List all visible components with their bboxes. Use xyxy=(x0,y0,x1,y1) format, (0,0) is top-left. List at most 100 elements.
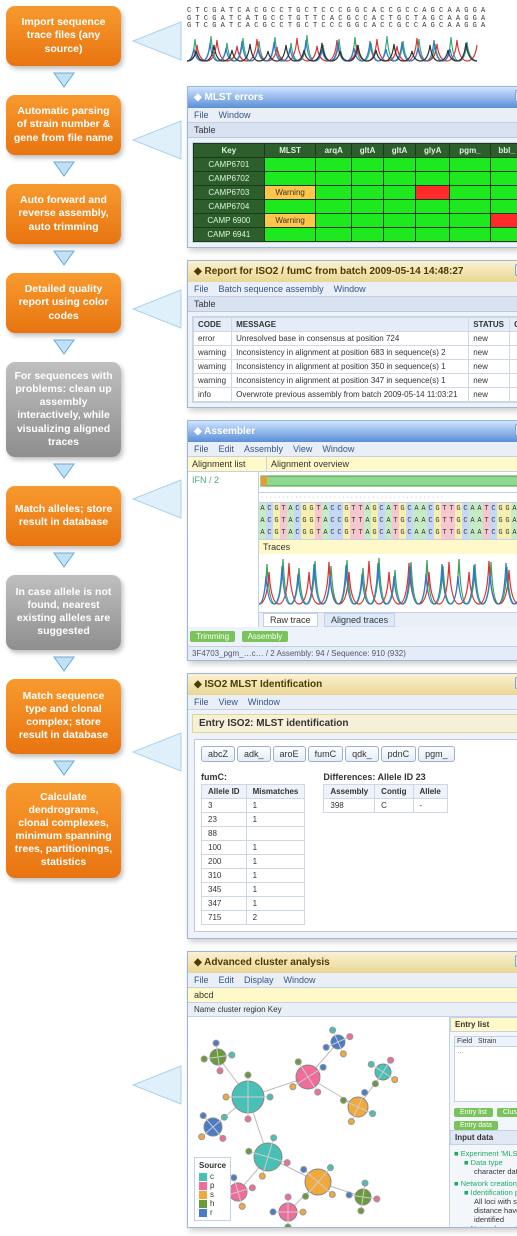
grid-cell[interactable] xyxy=(316,228,352,242)
mst-node-small[interactable] xyxy=(372,1081,378,1087)
cell[interactable]: 347 xyxy=(202,897,247,911)
grid-cell[interactable] xyxy=(384,200,416,214)
window-buttons[interactable] xyxy=(513,677,517,692)
mst-node-small[interactable] xyxy=(290,1084,296,1090)
mst-node-small[interactable] xyxy=(221,1114,227,1120)
cell[interactable]: new xyxy=(469,360,510,374)
menu-item[interactable]: File xyxy=(194,284,209,294)
tab-alignment-overview[interactable]: Alignment overview xyxy=(267,457,517,471)
cell[interactable]: warning xyxy=(194,374,232,388)
cell[interactable]: warning xyxy=(194,346,232,360)
tab-aligned-traces[interactable]: Aligned traces xyxy=(324,613,395,627)
cell[interactable]: Inconsistency in alignment at position 6… xyxy=(232,346,469,360)
cell[interactable]: 1 xyxy=(246,813,305,827)
mst-node-small[interactable] xyxy=(320,1064,326,1070)
cell[interactable]: 200 xyxy=(202,855,247,869)
ident-right-table[interactable]: AssemblyContigAllele398C- xyxy=(323,784,447,813)
cell[interactable]: info xyxy=(194,388,232,402)
tab-cluster[interactable]: abcd xyxy=(194,990,214,1000)
cell[interactable]: 1 xyxy=(246,883,305,897)
menu-item[interactable]: Window xyxy=(284,975,316,985)
menu-item[interactable]: Window xyxy=(334,284,366,294)
cell[interactable]: 1 xyxy=(246,841,305,855)
mst-node-small[interactable] xyxy=(245,1116,251,1122)
menu-item[interactable]: File xyxy=(194,110,209,120)
mst-node-small[interactable] xyxy=(303,1193,309,1199)
ident-left-table[interactable]: Allele IDMismatches312318810012001310134… xyxy=(201,784,305,925)
cell[interactable]: 3 xyxy=(202,799,247,813)
col-header[interactable]: gltA xyxy=(384,144,416,158)
menu-item[interactable]: Edit xyxy=(219,444,235,454)
menubar[interactable]: File Batch sequence assembly Window xyxy=(188,282,517,297)
grid-cell[interactable] xyxy=(352,214,384,228)
locus-button[interactable]: pdnC xyxy=(381,746,417,762)
menu-item[interactable]: Batch sequence assembly xyxy=(219,284,324,294)
col-header[interactable]: gltA xyxy=(352,144,384,158)
mst-node-small[interactable] xyxy=(231,1175,237,1181)
menubar[interactable]: FileEditDisplayWindow xyxy=(188,973,517,988)
cell[interactable]: new xyxy=(469,374,510,388)
mst-node-small[interactable] xyxy=(200,1113,206,1119)
mst-node-small[interactable] xyxy=(347,1034,353,1040)
alignment-rows[interactable]: ACGTACGGTACCGTTAGCATGCAACGTTGCAATCGGATCC… xyxy=(259,503,517,539)
grid-cell[interactable] xyxy=(264,200,316,214)
locus-button[interactable]: adk_ xyxy=(237,746,271,762)
locus-button[interactable]: pgm_ xyxy=(418,746,455,762)
locus-button[interactable]: aroE xyxy=(273,746,306,762)
mst-node-small[interactable] xyxy=(271,1135,277,1141)
menu-item[interactable]: File xyxy=(194,697,209,707)
tab-raw-trace[interactable]: Raw trace xyxy=(263,613,318,627)
col-header[interactable]: arqA xyxy=(316,144,352,158)
mst-node-small[interactable] xyxy=(267,1094,273,1100)
mst-node-small[interactable] xyxy=(340,1097,346,1103)
col-header[interactable]: Key xyxy=(194,144,265,158)
row-key[interactable]: CAMP 6900 xyxy=(194,214,265,228)
grid-cell[interactable] xyxy=(490,200,517,214)
grid-cell[interactable] xyxy=(490,158,517,172)
cell[interactable]: new xyxy=(469,346,510,360)
grid-cell[interactable] xyxy=(316,186,352,200)
menubar[interactable]: FileWindow xyxy=(188,108,517,123)
locus-button[interactable]: abcZ xyxy=(201,746,235,762)
tab-entry-list[interactable]: Entry list xyxy=(454,1108,493,1117)
titlebar[interactable]: ◆ Advanced cluster analysis xyxy=(188,952,517,973)
row-key[interactable]: CAMP6704 xyxy=(194,200,265,214)
mst-node-small[interactable] xyxy=(374,1196,380,1202)
col-header[interactable]: bbl_ xyxy=(490,144,517,158)
tab-trimming[interactable]: Trimming xyxy=(190,631,235,642)
toolbar[interactable]: Name cluster region Key xyxy=(188,1003,517,1017)
row-key[interactable]: CAMP6703 xyxy=(194,186,265,200)
cell[interactable]: Unresolved base in consensus at position… xyxy=(232,332,469,346)
mst-node-small[interactable] xyxy=(323,1044,329,1050)
grid-cell[interactable] xyxy=(415,186,449,200)
menu-item[interactable]: Window xyxy=(322,444,354,454)
grid-cell[interactable] xyxy=(352,228,384,242)
row-key[interactable]: CAMP6702 xyxy=(194,172,265,186)
mst-node-small[interactable] xyxy=(300,1209,306,1215)
cell[interactable]: - xyxy=(413,799,447,813)
tab-entry-data[interactable]: Entry data xyxy=(454,1121,498,1130)
menu-item[interactable]: Window xyxy=(248,697,280,707)
cell[interactable]: C xyxy=(375,799,413,813)
grid-cell[interactable] xyxy=(264,172,316,186)
mst-node-small[interactable] xyxy=(301,1167,307,1173)
col-header[interactable]: STATUS xyxy=(469,318,510,332)
entry-tab[interactable]: Entry list xyxy=(450,1017,517,1032)
menu-item[interactable]: Edit xyxy=(219,975,235,985)
grid-cell[interactable]: Warning xyxy=(264,186,316,200)
menu-item[interactable]: View xyxy=(293,444,312,454)
alignment-row[interactable]: ACGTACGGTACCGTTAGCATGCAACGTTGCAATCGGATCC… xyxy=(259,527,517,539)
grid-cell[interactable] xyxy=(450,172,490,186)
mst-node-small[interactable] xyxy=(340,1051,346,1057)
grid-cell[interactable] xyxy=(490,186,517,200)
grid-cell[interactable] xyxy=(384,228,416,242)
tab-cluster-entries[interactable]: Cluster entry list xyxy=(497,1108,517,1117)
mst-node-small[interactable] xyxy=(213,1040,219,1046)
menu-item[interactable]: Display xyxy=(244,975,274,985)
grid-cell[interactable] xyxy=(352,172,384,186)
cell[interactable] xyxy=(510,374,517,388)
grid-cell[interactable] xyxy=(316,172,352,186)
grid-cell[interactable] xyxy=(264,158,316,172)
mlst-table[interactable]: KeyMLSTarqAgltAgltAglyApgm_bbl_uncACAMP6… xyxy=(193,143,517,242)
grid-cell[interactable] xyxy=(490,214,517,228)
